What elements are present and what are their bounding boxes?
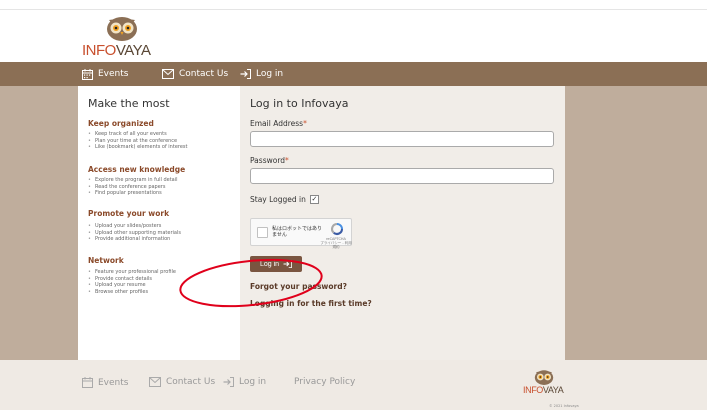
main-area: Make the most Keep organized Keep track … [0,86,707,360]
envelope-icon [149,377,161,387]
site-footer: Events Contact Us Log in Privacy Policy … [0,360,707,410]
login-arrow-icon [223,377,234,387]
section-heading: Keep organized [88,119,154,128]
nav-contact[interactable]: Contact Us [162,62,228,86]
password-field[interactable] [250,168,554,184]
calendar-icon [82,377,93,388]
infovaya-logo[interactable]: INFOVAYA [82,14,162,60]
password-label: Password* [250,156,289,165]
footer-privacy-label: Privacy Policy [294,377,356,387]
email-label: Email Address* [250,119,307,128]
recaptcha-brand: reCAPTCHA プライバシー - 利用規約 [320,237,352,249]
section-list: Keep track of all your events Plan your … [88,131,188,151]
section-heading: Access new knowledge [88,165,186,174]
logo-wordmark: INFOVAYA [82,42,151,59]
list-item: Like (bookmark) elements of interest [88,144,188,151]
recaptcha-widget: 私はロボットではありません reCAPTCHA プライバシー - 利用規約 [250,218,352,249]
envelope-icon [162,69,174,79]
list-item: Feature your professional profile [88,269,176,276]
highlight-ellipse [179,258,323,308]
recaptcha-icon [330,222,344,236]
calendar-icon [82,68,93,80]
footer-contact-label: Contact Us [166,377,216,387]
login-title: Log in to Infovaya [250,97,349,110]
section-heading: Network [88,256,124,265]
list-item: Find popular presentations [88,190,178,197]
section-list: Explore the program in full detail Read … [88,177,178,197]
copyright-text: © 2021 Infovaya [549,404,579,408]
nav-events[interactable]: Events [82,62,128,86]
recaptcha-checkbox[interactable] [257,227,268,238]
section-heading: Promote your work [88,209,170,218]
nav-login-label: Log in [256,69,284,79]
list-item: Provide additional information [88,236,181,243]
owl-icon [107,17,137,41]
login-panel: Log in to Infovaya Email Address* Passwo… [240,86,565,360]
stay-checkbox[interactable]: ✓ [309,195,319,204]
footer-events[interactable]: Events [82,377,128,388]
footer-contact[interactable]: Contact Us [149,377,215,387]
footer-login[interactable]: Log in [223,377,266,387]
main-nav: Events Contact Us Log in [0,62,707,86]
footer-events-label: Events [98,377,129,388]
features-panel: Make the most Keep organized Keep track … [78,86,240,360]
stay-logged-in: Stay Logged in ✓ [250,195,319,204]
nav-events-label: Events [98,69,129,79]
footer-logo[interactable]: INFOVAYA [521,368,567,400]
site-header: INFOVAYA [0,10,707,62]
footer-login-label: Log in [239,377,267,387]
footer-privacy[interactable]: Privacy Policy [294,377,355,387]
email-field[interactable] [250,131,554,147]
features-title: Make the most [88,97,170,110]
owl-icon [534,370,554,385]
nav-login[interactable]: Log in [240,62,283,86]
section-list: Upload your slides/posters Upload other … [88,223,181,243]
login-arrow-icon [240,69,251,79]
nav-contact-label: Contact Us [179,69,229,79]
top-border [0,0,707,10]
section-list: Feature your professional profile Provid… [88,269,176,295]
list-item: Explore the program in full detail [88,177,178,184]
list-item: Browse other profiles [88,289,176,296]
recaptcha-text: 私はロボットではありません [272,226,323,238]
logo-wordmark: INFOVAYA [523,385,564,395]
stay-label: Stay Logged in [250,195,306,204]
